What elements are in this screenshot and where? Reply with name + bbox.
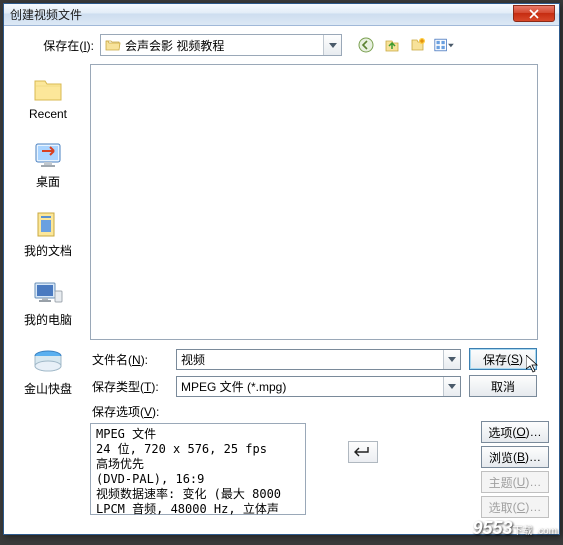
filetype-combo[interactable]: MPEG 文件 (*.mpg) <box>176 376 461 397</box>
filename-input[interactable]: 视频 <box>176 349 461 370</box>
back-button[interactable] <box>356 35 376 55</box>
cancel-button[interactable]: 取消 <box>469 375 537 397</box>
sidebar-item-label: 金山快盘 <box>24 380 72 397</box>
save-button[interactable]: 保存(S) <box>469 348 537 370</box>
computer-icon <box>32 277 64 309</box>
sidebar-item-label: Recent <box>29 107 67 121</box>
chevron-down-icon <box>448 384 456 389</box>
dialog-title: 创建视频文件 <box>10 6 82 23</box>
chevron-down-icon <box>329 43 337 48</box>
filename-label: 文件名(N): <box>90 351 176 368</box>
browse-button[interactable]: 浏览(B)… <box>481 446 549 468</box>
sidebar-item-documents[interactable]: 我的文档 <box>16 205 80 262</box>
folder-open-icon <box>105 38 121 52</box>
options-button[interactable]: 选项(O)… <box>481 421 549 443</box>
subject-button: 主题(U)… <box>481 471 549 493</box>
return-arrow-icon <box>354 446 372 458</box>
sidebar-item-label: 桌面 <box>36 173 60 190</box>
dialog-content: 保存在(I): 会声会影 视频教程 <box>4 26 559 526</box>
sidebar-item-label: 我的电脑 <box>24 311 72 328</box>
filetype-row: 保存类型(T): MPEG 文件 (*.mpg) 取消 <box>90 375 549 397</box>
location-text: 会声会影 视频教程 <box>125 37 323 54</box>
filename-row: 文件名(N): 视频 保存(S) <box>90 348 549 370</box>
back-arrow-icon <box>358 37 374 53</box>
desktop-icon <box>32 139 64 171</box>
options-buttons: 选项(O)… 浏览(B)… 主题(U)… 选取(C)… <box>473 421 549 518</box>
filetype-value: MPEG 文件 (*.mpg) <box>177 378 443 395</box>
location-combo[interactable]: 会声会影 视频教程 <box>100 34 342 56</box>
new-folder-button[interactable] <box>408 35 428 55</box>
chevron-down-icon <box>448 43 454 48</box>
view-grid-icon <box>434 37 447 53</box>
file-list[interactable] <box>90 64 538 340</box>
location-dropdown-arrow[interactable] <box>323 35 341 55</box>
save-dialog: 创建视频文件 保存在(I): 会声会影 视频教程 <box>3 3 560 535</box>
select-button: 选取(C)… <box>481 496 549 518</box>
places-sidebar: Recent 桌面 我的文档 我的电脑 金山快盘 <box>14 64 82 518</box>
folder-icon <box>32 73 64 105</box>
main-area: 文件名(N): 视频 保存(S) 保存类型(T): MPEG 文件 (*.mpg… <box>90 64 549 518</box>
filename-value: 视频 <box>177 351 443 368</box>
save-options-label: 保存选项(V): <box>90 403 473 420</box>
options-left: 保存选项(V): MPEG 文件 24 位, 720 x 576, 25 fps… <box>90 403 473 518</box>
sidebar-item-kingsoft[interactable]: 金山快盘 <box>16 343 80 400</box>
up-folder-icon <box>384 37 400 53</box>
return-button[interactable] <box>348 441 378 463</box>
close-button[interactable] <box>513 5 555 22</box>
location-row: 保存在(I): 会声会影 视频教程 <box>14 34 549 56</box>
sidebar-item-recent[interactable]: Recent <box>16 70 80 124</box>
documents-icon <box>32 208 64 240</box>
up-button[interactable] <box>382 35 402 55</box>
sidebar-item-computer[interactable]: 我的电脑 <box>16 274 80 331</box>
filetype-dropdown-arrow[interactable] <box>443 377 460 396</box>
filename-dropdown-arrow[interactable] <box>443 350 460 369</box>
chevron-down-icon <box>448 357 456 362</box>
format-info-box: MPEG 文件 24 位, 720 x 576, 25 fps 高场优先 (DV… <box>90 423 306 515</box>
watermark: 9553下载 .com <box>473 518 558 539</box>
close-icon <box>529 9 539 19</box>
body-split: Recent 桌面 我的文档 我的电脑 金山快盘 <box>14 64 549 518</box>
sidebar-item-desktop[interactable]: 桌面 <box>16 136 80 193</box>
sidebar-item-label: 我的文档 <box>24 242 72 259</box>
titlebar[interactable]: 创建视频文件 <box>4 4 559 26</box>
options-section: 保存选项(V): MPEG 文件 24 位, 720 x 576, 25 fps… <box>90 403 549 518</box>
view-menu-button[interactable] <box>434 35 454 55</box>
new-folder-icon <box>410 37 426 53</box>
cursor-icon <box>526 355 542 373</box>
toolbar-nav <box>356 35 454 55</box>
drive-icon <box>32 346 64 378</box>
filetype-label: 保存类型(T): <box>90 378 176 395</box>
save-in-label: 保存在(I): <box>14 37 94 54</box>
